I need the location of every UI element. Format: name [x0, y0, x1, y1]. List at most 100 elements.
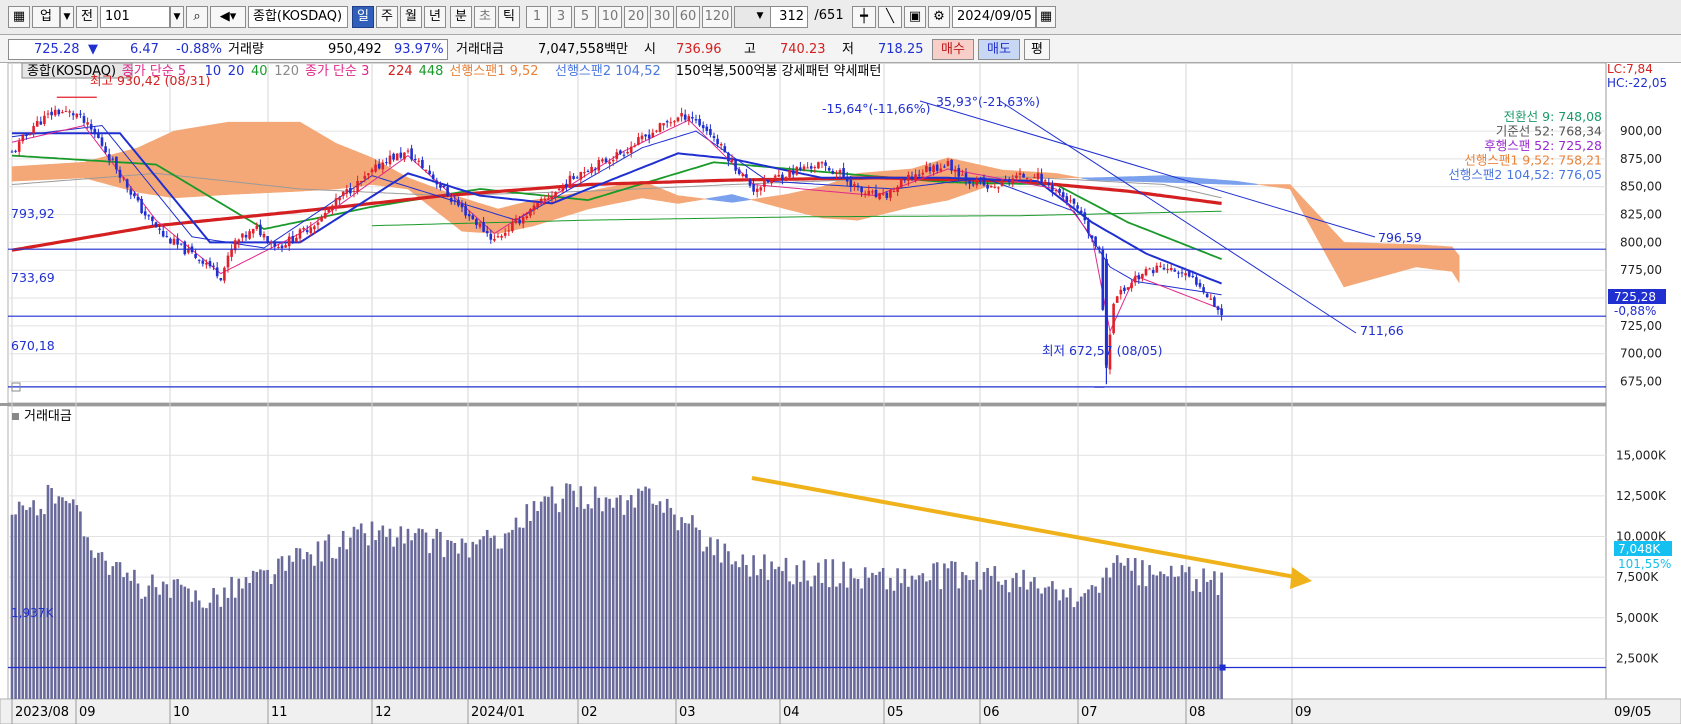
volume-tick-0: 15,000K [1616, 448, 1667, 462]
cloud-segment [350, 148, 355, 188]
cloud-segment [1444, 246, 1449, 272]
candle-body [93, 128, 97, 135]
stock-chart[interactable]: 종합(KOSDAQ) 종가 단순 5 10 20 40 120 종가 단순 3 224 448 선… [0, 63, 1681, 724]
line-tool-icon[interactable]: ╲ [878, 6, 902, 28]
cloud-segment [1336, 233, 1341, 281]
interval-3-button[interactable]: 3 [550, 6, 572, 28]
buy-button[interactable]: 매수 [932, 39, 974, 60]
volume-bar [1072, 607, 1076, 699]
cloud-segment [1422, 244, 1428, 269]
interval-60-button[interactable]: 60 [676, 6, 700, 28]
volume-bar [946, 568, 950, 699]
cloud-segment [1235, 180, 1240, 185]
volume-bar [1040, 593, 1043, 699]
volume-bar [280, 556, 284, 699]
candle-body [133, 193, 136, 197]
period-second-tab[interactable]: 초 [474, 6, 496, 28]
candle-body [1187, 271, 1191, 277]
code-input[interactable]: 101 [100, 6, 170, 28]
interval-1-button[interactable]: 1 [526, 6, 548, 28]
period-year-tab[interactable]: 년 [424, 6, 446, 28]
search-icon[interactable]: ⌕ [186, 6, 208, 28]
market-chevron-down-icon[interactable]: ▼ [60, 6, 74, 28]
volume-bar [1144, 586, 1148, 699]
volume-bar [439, 531, 442, 699]
candle-body [356, 180, 359, 192]
volume-bar [93, 557, 97, 699]
volume-bar [575, 507, 579, 699]
cloud-segment [1286, 184, 1291, 190]
candle-body [691, 117, 694, 119]
price-tick-7: 725,00 [1620, 319, 1662, 333]
interval-120-button[interactable]: 120 [702, 6, 732, 28]
volume-level-label: 1,937K [11, 606, 54, 620]
volume-bar [1105, 567, 1108, 699]
volume-bar [212, 587, 215, 699]
date-input[interactable]: 2024/09/05 [952, 6, 1036, 28]
volume-bar [730, 564, 734, 699]
sound-icon[interactable]: ◀▾ [210, 6, 246, 28]
candle-body [1162, 267, 1166, 270]
cloud-segment [80, 161, 85, 179]
period-day-tab[interactable]: 일 [352, 6, 374, 28]
candle-body [853, 184, 856, 187]
count-input[interactable]: 312 [770, 6, 808, 28]
cloud-segment [735, 195, 740, 203]
period-tick-tab[interactable]: 틱 [498, 6, 520, 28]
chart-layout-icon[interactable]: ▦ [8, 6, 30, 28]
cloud-segment [810, 187, 816, 217]
market-type-select[interactable]: 업 [32, 6, 60, 28]
interval-5-button[interactable]: 5 [574, 6, 596, 28]
cloud-segment [1127, 176, 1132, 182]
cloud-segment [267, 121, 272, 194]
volume-bar [712, 555, 716, 699]
volume-bar [626, 500, 629, 699]
price-tick-9: 675,00 [1620, 375, 1662, 389]
candle-body [367, 173, 370, 176]
candle-body [1069, 200, 1072, 202]
cloud-segment [807, 188, 812, 216]
period-minute-tab[interactable]: 분 [450, 6, 472, 28]
prev-button[interactable]: 전 [76, 6, 98, 28]
volume-bar [251, 570, 255, 699]
cloud-segment [198, 125, 204, 197]
volume-bar [230, 576, 233, 699]
candle-type-icon[interactable]: ┿ [852, 6, 876, 28]
interval-20-button[interactable]: 20 [624, 6, 648, 28]
interval-30-button[interactable]: 30 [650, 6, 674, 28]
index-name-field[interactable]: 종합(KOSDAQ) [248, 6, 348, 28]
candle-body [532, 205, 536, 211]
candle-body [1169, 267, 1173, 271]
cloud-segment [728, 194, 733, 203]
calendar-icon[interactable]: ▦ [1036, 6, 1056, 28]
save-icon[interactable]: ▣ [904, 6, 926, 28]
candle-body [673, 121, 676, 123]
period-week-tab[interactable]: 주 [376, 6, 398, 28]
toolbar: ▦ 업 ▼ 전 101 ▼ ⌕ ◀▾ 종합(KOSDAQ) 일 주 월 년 분 … [0, 0, 1681, 35]
volume-bar [385, 537, 388, 699]
gear-icon[interactable]: ⚙ [928, 6, 950, 28]
average-button[interactable]: 평 [1024, 39, 1050, 60]
volume-bar [885, 589, 889, 699]
cloud-segment [177, 129, 182, 198]
cloud-segment [11, 166, 16, 182]
candle-body [802, 166, 806, 170]
volume-bar [662, 512, 665, 699]
volume-bar [863, 567, 867, 699]
price-tick-1: 875,00 [1620, 152, 1662, 166]
candle-body [860, 186, 863, 193]
candle-body [291, 236, 295, 243]
period-month-tab[interactable]: 월 [400, 6, 422, 28]
interval-chevron-down-icon[interactable]: ▼ [752, 6, 768, 28]
volume-bar [86, 537, 89, 699]
volume-bar [223, 587, 226, 699]
volume-bar [1054, 589, 1058, 699]
volume-bar [1115, 555, 1119, 699]
interval-10-button[interactable]: 10 [598, 6, 622, 28]
code-chevron-down-icon[interactable]: ▼ [170, 6, 184, 28]
candle-body [482, 222, 485, 232]
cloud-segment [1250, 182, 1255, 185]
candle-body [601, 159, 604, 162]
legend-item-9: 선행스팬1 9,52 [449, 63, 538, 79]
sell-button[interactable]: 매도 [978, 39, 1020, 60]
